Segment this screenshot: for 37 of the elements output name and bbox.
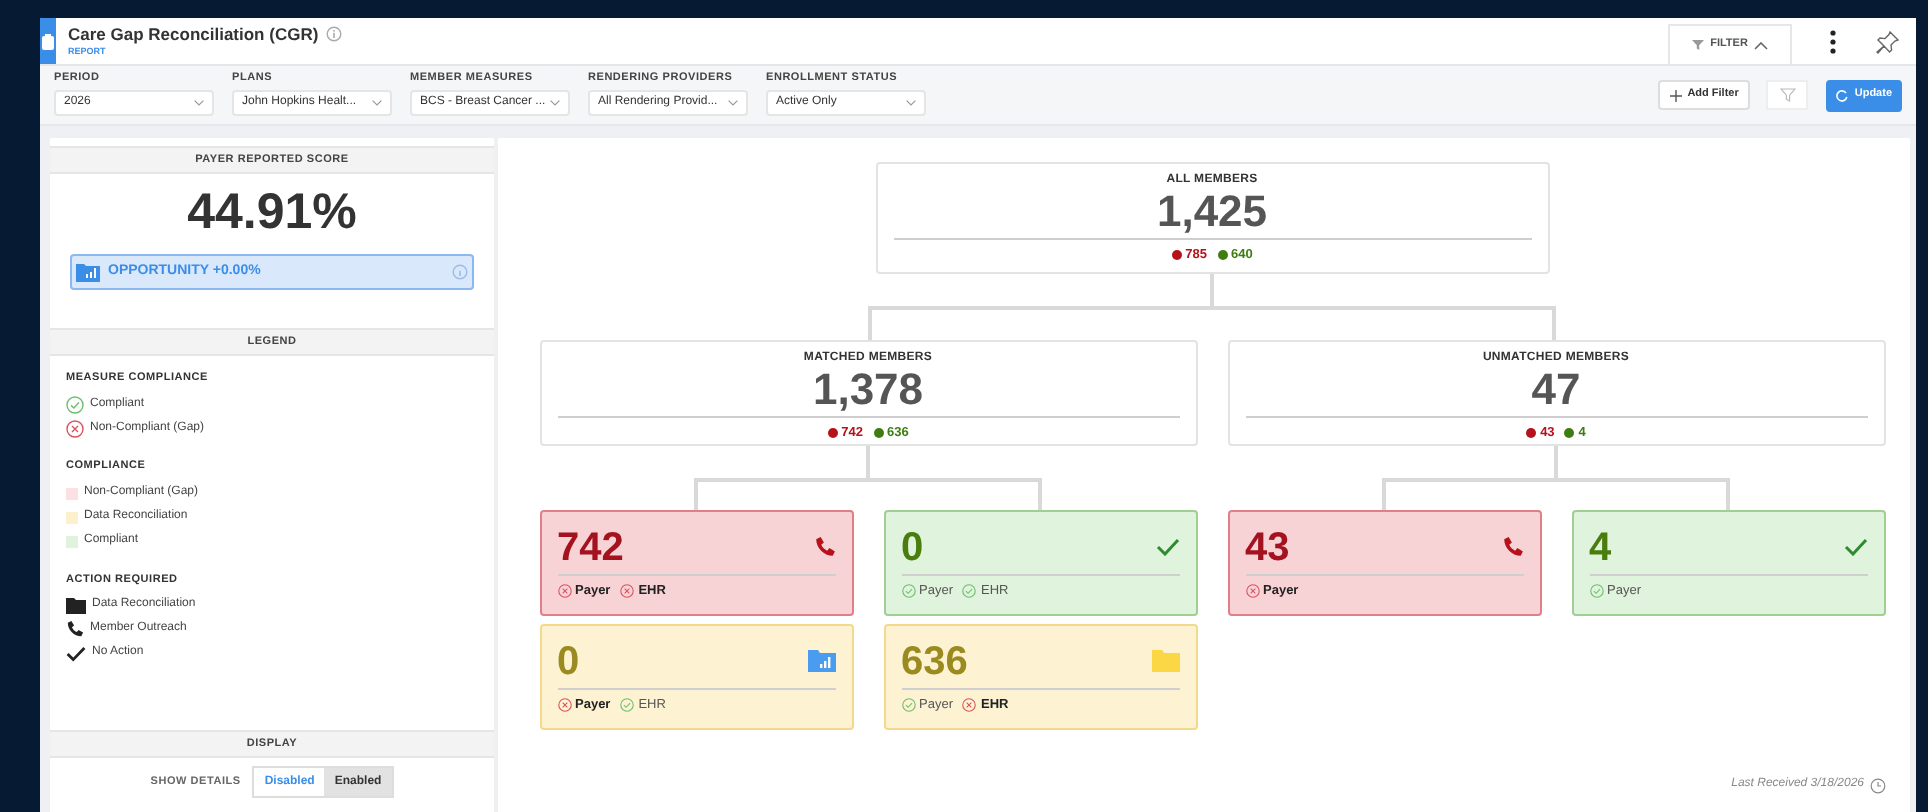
- checkmark-icon: [1155, 538, 1179, 556]
- score-value: 44.91%: [185, 188, 359, 238]
- refresh-icon: [1836, 89, 1849, 101]
- folder-icon: [66, 597, 86, 614]
- filter-icon: [1779, 88, 1796, 102]
- tile-count: 0: [901, 527, 924, 567]
- pin-icon[interactable]: [1876, 29, 1900, 53]
- phone-icon: [813, 536, 835, 558]
- tile-count: 4: [1589, 527, 1612, 567]
- tile-count: 0: [557, 641, 580, 681]
- chevron-icon: [906, 99, 916, 106]
- tile-count: 742: [557, 527, 624, 567]
- chart-folder-icon: [76, 262, 100, 282]
- chevron-icon: [550, 99, 560, 106]
- clock-icon: [1870, 777, 1886, 793]
- member-count: 1,425: [1156, 190, 1268, 234]
- plus-icon: [1669, 89, 1682, 101]
- phone-icon: [66, 620, 84, 639]
- info-icon: [326, 26, 343, 43]
- chevron-icon: [372, 99, 382, 106]
- phone-icon: [1501, 536, 1523, 558]
- tile-count: 636: [901, 641, 968, 681]
- chevron-icon: [194, 99, 204, 106]
- member-count: 47: [1531, 368, 1581, 412]
- info-icon: [452, 264, 468, 280]
- check-circle-icon: [66, 395, 84, 414]
- chart-folder-icon: [807, 650, 835, 672]
- chevron-icon: [728, 99, 738, 106]
- checkmark-icon: [1843, 538, 1867, 556]
- more-icon[interactable]: [1830, 29, 1836, 53]
- filter-icon: [1692, 40, 1705, 50]
- x-circle-icon: [66, 419, 84, 438]
- checkmark-icon: [66, 645, 86, 662]
- page-title: Care Gap Reconciliation (CGR): [68, 26, 319, 43]
- tile-count: 43: [1245, 527, 1290, 567]
- member-count: 1,378: [812, 368, 924, 412]
- folder-icon: [1151, 650, 1179, 672]
